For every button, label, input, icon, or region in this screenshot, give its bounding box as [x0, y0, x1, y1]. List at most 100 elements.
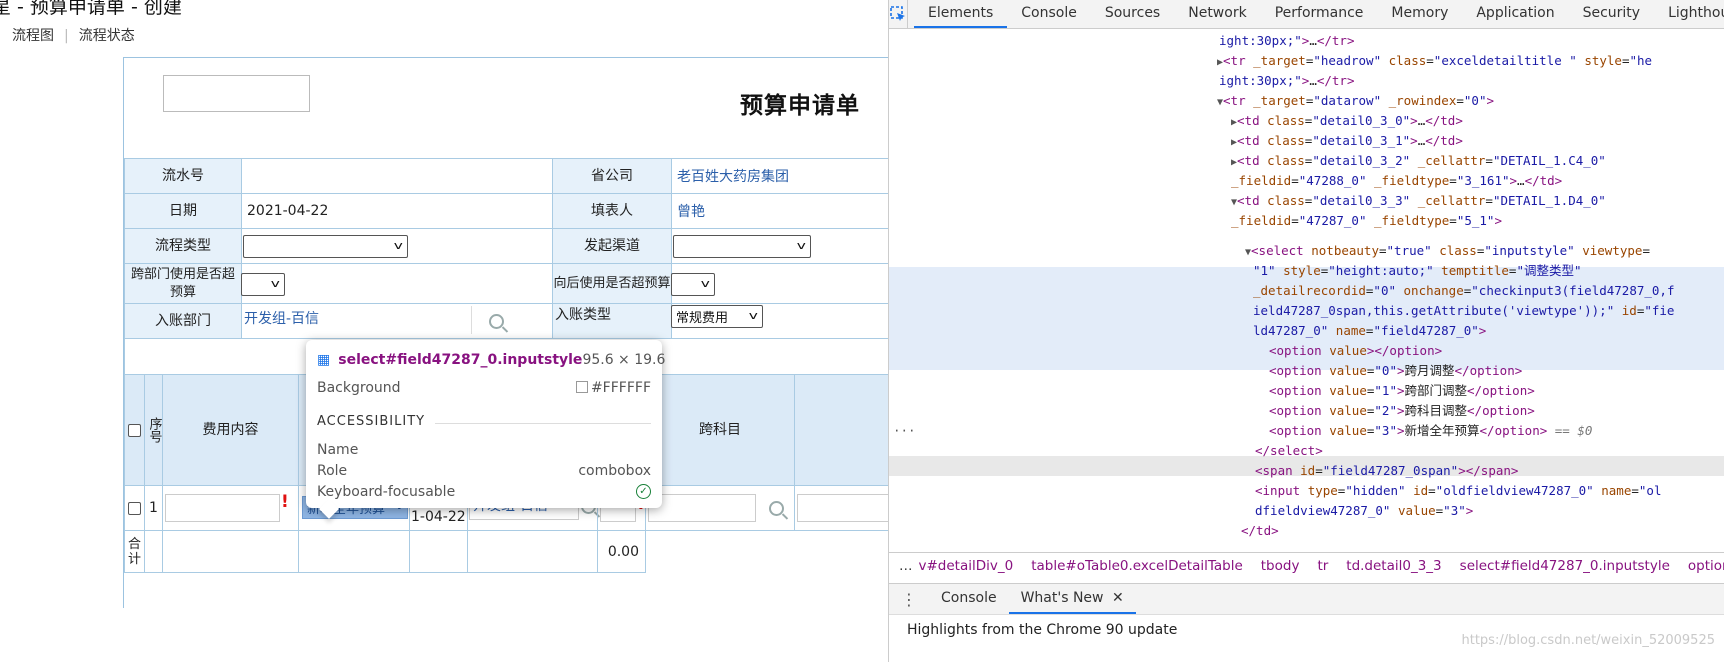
devtools-panel: Elements Console Sources Network Perform…	[888, 0, 1724, 662]
check-circle-icon: ✓	[636, 484, 651, 499]
dom-line-hovered[interactable]: ··· <option value="3">新增全年预算</option> == …	[893, 421, 1724, 441]
search-icon[interactable]	[489, 314, 504, 329]
tooltip-bg-value: #FFFFFF	[590, 380, 651, 396]
dom-line-selected[interactable]: ld47287_0" name="field47287_0">	[1253, 321, 1724, 341]
inspect-element-icon[interactable]	[889, 0, 908, 28]
account-type-select[interactable]: 常规费用 v	[671, 305, 763, 328]
dom-line-selected[interactable]: "1" style="height:auto;" temptitle="调整类型…	[1253, 261, 1724, 281]
breadcrumb-item[interactable]: select#field47287_0.inputstyle	[1460, 558, 1670, 574]
flowchart-link[interactable]: 流程图	[12, 28, 54, 44]
cross-dept-select[interactable]: v	[241, 273, 285, 296]
search-icon[interactable]	[769, 501, 784, 516]
tab-network[interactable]: Network	[1174, 0, 1260, 28]
more-icon[interactable]: ···	[893, 421, 916, 441]
dom-line[interactable]: <option value></option>	[1269, 341, 1724, 361]
breadcrumb-item[interactable]: td.detail0_3_3	[1346, 558, 1441, 574]
flow-status-link[interactable]: 流程状态	[79, 28, 135, 44]
account-type-selected: 常规费用	[676, 311, 729, 326]
dom-line[interactable]: <span id="field47287_0span"></span>	[1255, 461, 1724, 481]
tab-application[interactable]: Application	[1462, 0, 1568, 28]
extra-cell	[794, 485, 888, 531]
drawer-tab-whats-new[interactable]: What's New ✕	[1008, 584, 1136, 614]
tab-lighthouse[interactable]: Lighthouse	[1654, 0, 1724, 28]
tooltip-focus-row: Keyboard-focusable ✓	[317, 484, 651, 500]
content-cell: !	[162, 485, 299, 531]
inspect-tooltip: ▦ select#field47287_0.inputstyle 95.6 × 1…	[306, 340, 665, 508]
tooltip-size: 95.6 × 19.6	[582, 352, 666, 368]
dom-line[interactable]: <option value="1">跨部门调整</option>	[1269, 381, 1724, 401]
total-empty-5	[467, 530, 598, 573]
breadcrumb-item[interactable]: option	[1688, 558, 1724, 574]
dom-line[interactable]: ▼<td class="detail0_3_3" _cellattr="DETA…	[1231, 191, 1724, 211]
tab-console[interactable]: Console	[1007, 0, 1091, 28]
tooltip-name-row: Name	[317, 442, 651, 458]
tab-sources[interactable]: Sources	[1091, 0, 1174, 28]
row-seq: 1	[144, 485, 163, 531]
breadcrumb-item[interactable]: table#oTable0.excelDetailTable	[1031, 558, 1243, 574]
dom-line-selected[interactable]: ield47287_0span,this.getAttribute('viewt…	[1253, 301, 1724, 321]
watermark: https://blog.csdn.net/weixin_52009525	[1461, 633, 1715, 648]
breadcrumb-item[interactable]: v#detailDiv_0	[919, 558, 1014, 574]
tooltip-header: ▦ select#field47287_0.inputstyle 95.6 × 1…	[317, 352, 665, 368]
later-use-select[interactable]: v	[671, 273, 715, 296]
tab-security[interactable]: Security	[1569, 0, 1655, 28]
seq-header: 序号	[144, 374, 163, 486]
dom-line[interactable]: dfieldview47287_0" value="3">	[1255, 501, 1724, 521]
dom-line[interactable]: </td>	[1241, 521, 1724, 541]
tab-elements[interactable]: Elements	[914, 0, 1008, 28]
chevron-down-icon: v	[271, 277, 281, 290]
breadcrumb-item[interactable]: tbody	[1261, 558, 1300, 574]
cross-dept-cell: v	[241, 263, 553, 304]
dept-label: 入账部门	[124, 303, 242, 339]
chevron-down-icon: v	[749, 309, 759, 322]
dom-line-selected[interactable]: _detailrecordid="0" onchange="checkinput…	[1253, 281, 1724, 301]
dom-line[interactable]: <input type="hidden" id="oldfieldview472…	[1255, 481, 1724, 501]
province-label: 省公司	[552, 158, 672, 194]
flow-type-select[interactable]: v	[243, 235, 408, 258]
tooltip-name-label: Name	[317, 442, 359, 458]
dom-line[interactable]: <option value="0">跨月调整</option>	[1269, 361, 1724, 381]
dom-line[interactable]: </select>	[1255, 441, 1724, 461]
extra-input[interactable]	[797, 494, 888, 522]
channel-select[interactable]: v	[673, 235, 811, 258]
tab-memory[interactable]: Memory	[1377, 0, 1462, 28]
cross-subject-input[interactable]	[648, 494, 756, 522]
breadcrumb: … v#detailDiv_0 table#oTable0.excelDetai…	[889, 552, 1724, 579]
dom-line[interactable]: ight:30px;">…</tr>	[1219, 31, 1724, 51]
elements-tree[interactable]: ight:30px;">…</tr> ▶<tr _target="headrow…	[889, 29, 1724, 549]
dept-input[interactable]: 开发组-百信	[242, 306, 472, 334]
flow-type-cell: v	[241, 228, 553, 264]
sub-navigation: 流程图 | 流程状态	[12, 28, 135, 44]
dom-line-selected[interactable]: ▼<select notbeauty="true" class="inputst…	[1245, 241, 1724, 261]
select-all-checkbox[interactable]	[128, 424, 141, 437]
breadcrumb-more[interactable]: …	[899, 558, 913, 574]
total-value: 0.00	[597, 530, 646, 573]
dom-line[interactable]: ▶<td class="detail0_3_2" _cellattr="DETA…	[1231, 151, 1724, 171]
drawer-tab-console[interactable]: Console	[929, 584, 1009, 614]
dom-line[interactable]: ▼<tr _target="datarow" _rowindex="0">	[1217, 91, 1724, 111]
tooltip-role-label: Role	[317, 463, 348, 479]
tooltip-section: ACCESSIBILITY	[317, 414, 651, 429]
tab-performance[interactable]: Performance	[1261, 0, 1378, 28]
filler-label: 填表人	[552, 193, 672, 229]
dom-line[interactable]: ▶<td class="detail0_3_1">…</td>	[1231, 131, 1724, 151]
dom-line[interactable]: <option value="2">跨科目调整</option>	[1269, 401, 1724, 421]
drawer-menu-icon[interactable]: ⋮	[889, 590, 929, 609]
dom-line[interactable]: _fieldid="47287_0" _fieldtype="5_1">	[1231, 211, 1724, 231]
row-select-cell	[124, 485, 145, 531]
dom-line[interactable]: ▶<td class="detail0_3_0">…</td>	[1231, 111, 1724, 131]
tooltip-role-row: Role combobox	[317, 463, 651, 479]
cross-subject-cell	[645, 485, 795, 531]
content-header: 费用内容	[162, 374, 299, 486]
form-title: 预算申请单	[740, 93, 860, 119]
dom-line[interactable]: _fieldid="47288_0" _fieldtype="3_161">…<…	[1231, 171, 1724, 191]
tooltip-bg-row: Background #FFFFFF	[317, 380, 651, 396]
row-checkbox[interactable]	[128, 502, 141, 515]
serial-label: 流水号	[124, 158, 242, 194]
breadcrumb-item[interactable]: tr	[1317, 558, 1328, 574]
dom-line[interactable]: ▶<tr _target="headrow" class="exceldetai…	[1217, 51, 1724, 71]
close-icon[interactable]: ✕	[1112, 590, 1124, 606]
color-swatch	[575, 381, 588, 393]
dom-line[interactable]: ight:30px;">…</tr>	[1219, 71, 1724, 91]
content-input[interactable]	[165, 494, 280, 522]
